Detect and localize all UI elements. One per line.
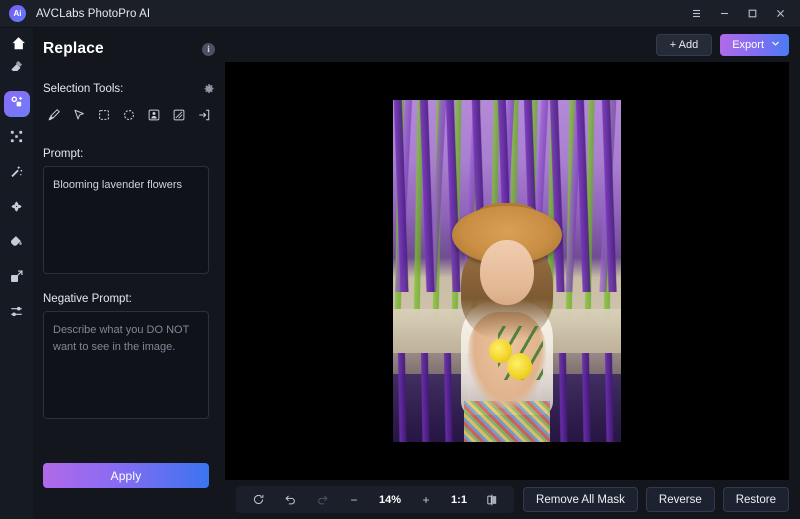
export-button[interactable]: Export <box>720 34 789 56</box>
maximize-icon[interactable] <box>738 2 766 26</box>
info-icon[interactable]: i <box>202 42 215 56</box>
apply-button[interactable]: Apply <box>43 463 209 488</box>
expand-corners-icon <box>9 129 24 149</box>
reverse-button[interactable]: Reverse <box>645 487 715 512</box>
page-title: Replace <box>43 40 104 57</box>
subject-select-tool[interactable] <box>143 106 165 129</box>
person-box-icon <box>147 108 161 127</box>
body-row: Replace i Selection Tools: Prompt: Bloom… <box>0 28 800 519</box>
sidebar-item-colorize[interactable] <box>4 231 30 257</box>
zoom-out-button[interactable]: − <box>338 487 370 512</box>
retouch-icon <box>9 199 24 219</box>
negative-prompt-label: Negative Prompt: <box>43 293 132 305</box>
remove-all-mask-button[interactable]: Remove All Mask <box>523 487 638 512</box>
selection-tools-header: Selection Tools: <box>43 74 215 104</box>
zoom-level-label: 14% <box>378 493 402 506</box>
gear-icon[interactable] <box>203 83 215 95</box>
sidebar-item-eraser[interactable] <box>4 56 30 82</box>
main-stage: + Add Export − 14% + 1:1 Remove All Mask… <box>225 28 800 519</box>
upscale-icon <box>9 269 24 289</box>
selection-tool-row <box>43 106 215 129</box>
stage-toolbar: + Add Export <box>225 28 800 62</box>
eraser-icon <box>9 59 24 79</box>
reset-icon[interactable] <box>242 487 274 512</box>
rectangle-select-tool[interactable] <box>93 106 115 129</box>
photo-face <box>479 240 535 306</box>
mask-actions: Remove All Mask Reverse Restore <box>523 487 789 512</box>
title-bar: Ai AVCLabs PhotoPro AI <box>0 0 800 28</box>
app-logo-icon: Ai <box>9 5 26 22</box>
pointer-tool[interactable] <box>68 106 90 129</box>
app-title: AVCLabs PhotoPro AI <box>36 7 151 20</box>
hamburger-menu-icon[interactable] <box>682 2 710 26</box>
image-canvas[interactable] <box>225 62 789 480</box>
sidebar-item-retouch[interactable] <box>4 196 30 222</box>
magic-wand-icon <box>9 164 24 184</box>
photo-preview[interactable] <box>393 100 621 442</box>
sliders-icon <box>9 304 24 324</box>
hatched-box-icon <box>172 108 186 127</box>
window-controls <box>682 2 794 26</box>
negative-prompt-input[interactable]: Describe what you DO NOT want to see in … <box>43 311 209 419</box>
import-mask-tool[interactable] <box>193 106 215 129</box>
close-icon[interactable] <box>766 2 794 26</box>
circle-dashed-icon <box>122 108 136 127</box>
export-label: Export <box>732 39 764 51</box>
selection-tools-label: Selection Tools: <box>43 83 124 95</box>
zoom-in-button[interactable]: + <box>410 487 442 512</box>
sidebar-item-upscale[interactable] <box>4 266 30 292</box>
sidebar-item-replace[interactable] <box>3 91 30 117</box>
prompt-input[interactable]: Blooming lavender flowers <box>43 166 209 274</box>
cursor-icon <box>72 108 86 127</box>
zoom-controls: − 14% + 1:1 <box>236 486 514 513</box>
sidebar-item-expand[interactable] <box>4 126 30 152</box>
left-panel: Replace i Selection Tools: Prompt: Bloom… <box>33 28 225 519</box>
home-icon[interactable] <box>8 33 28 53</box>
sidebar-item-adjust[interactable] <box>4 301 30 327</box>
paint-drop-icon <box>9 234 24 254</box>
magic-replace-icon <box>9 94 25 115</box>
redo-icon[interactable] <box>306 487 338 512</box>
panel-header: Replace i <box>43 28 215 64</box>
background-select-tool[interactable] <box>168 106 190 129</box>
prompt-label: Prompt: <box>43 148 84 160</box>
chevron-down-icon <box>771 39 780 51</box>
bottom-toolbar: − 14% + 1:1 Remove All Mask Reverse Rest… <box>225 480 800 519</box>
add-button[interactable]: + Add <box>655 34 713 56</box>
app-logo-text: Ai <box>13 9 22 18</box>
brush-tool[interactable] <box>43 106 65 129</box>
compare-split-icon[interactable] <box>476 487 508 512</box>
actual-size-button[interactable]: 1:1 <box>442 494 476 506</box>
undo-icon[interactable] <box>274 487 306 512</box>
arrow-into-box-icon <box>197 108 211 127</box>
minimize-icon[interactable] <box>710 2 738 26</box>
tool-rail <box>0 28 33 519</box>
app-window: Ai AVCLabs PhotoPro AI Replace i Selecti… <box>0 0 800 519</box>
ellipse-select-tool[interactable] <box>118 106 140 129</box>
restore-button[interactable]: Restore <box>722 487 789 512</box>
square-dashed-icon <box>97 108 111 127</box>
sidebar-item-enhance[interactable] <box>4 161 30 187</box>
brush-icon <box>47 108 61 127</box>
